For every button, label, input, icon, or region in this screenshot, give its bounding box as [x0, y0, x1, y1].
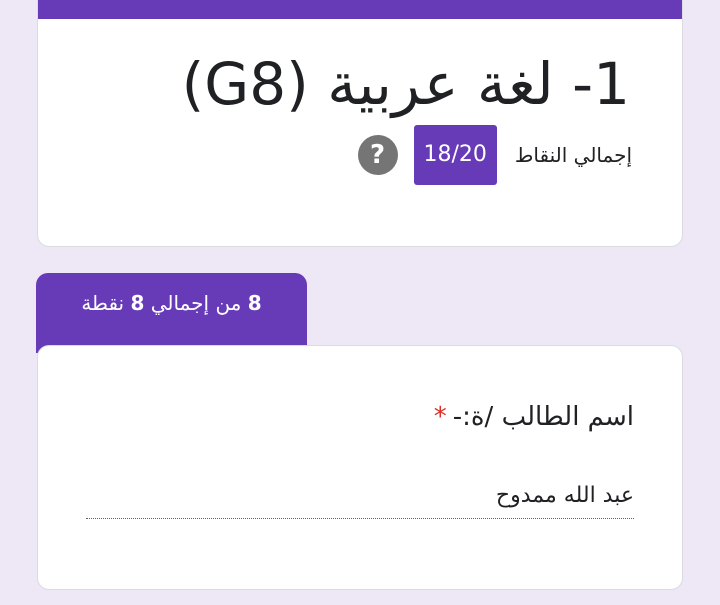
total-points-label: إجمالي النقاط [514, 143, 632, 167]
question-label-text: اسم الطالب /ة:- [452, 402, 634, 432]
points-middle-text: من إجمالي [144, 291, 248, 315]
section-points-label: 8 من إجمالي 8 نقطة [36, 291, 307, 315]
total-score-badge: 18/20 [413, 125, 497, 185]
score-row: إجمالي النقاط 18/20 ? [338, 125, 632, 185]
points-suffix-text: نقطة [81, 291, 131, 315]
points-earned: 8 [247, 291, 262, 315]
student-name-answer[interactable]: عبد الله ممدوح [86, 480, 634, 519]
header-accent-bar [38, 0, 682, 19]
question-card: اسم الطالب /ة:-* عبد الله ممدوح [37, 345, 683, 590]
form-title: 1- لغة عربية (G8) [181, 50, 630, 118]
help-icon[interactable]: ? [357, 135, 398, 175]
points-total: 8 [130, 291, 145, 315]
section-points-tab: 8 من إجمالي 8 نقطة [36, 273, 307, 353]
question-title: اسم الطالب /ة:-* [434, 402, 634, 432]
form-header-card: 1- لغة عربية (G8) إجمالي النقاط 18/20 ? [37, 0, 683, 247]
required-asterisk: * [433, 402, 447, 432]
